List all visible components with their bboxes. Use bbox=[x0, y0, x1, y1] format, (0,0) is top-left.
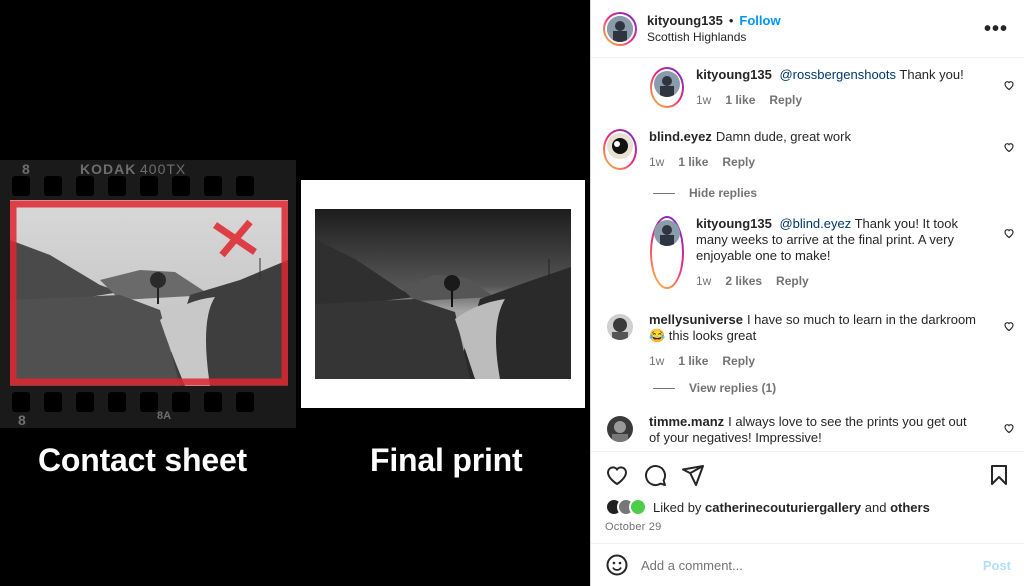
contact-sheet-frame bbox=[10, 200, 288, 386]
replies-divider-line bbox=[653, 192, 675, 194]
emoji-smiley-icon[interactable] bbox=[605, 553, 629, 577]
author-username[interactable]: kityoung135 bbox=[647, 13, 723, 28]
post-comment-button[interactable]: Post bbox=[983, 558, 1011, 573]
comment-time[interactable]: 1w bbox=[696, 92, 711, 108]
film-frame-number-top: 8 bbox=[22, 161, 31, 177]
comment-reply: kityoung135 @rossbergenshoots Thank you!… bbox=[650, 67, 1024, 108]
comment: timme.manz I always love to see the print… bbox=[607, 414, 1024, 446]
film-frame-label: 8A bbox=[157, 410, 172, 422]
comment-bubble-icon[interactable] bbox=[643, 463, 667, 487]
hide-replies-button[interactable]: Hide replies bbox=[653, 186, 757, 200]
post-actions: Liked by catherinecouturiergallery and o… bbox=[591, 451, 1024, 543]
comment-input[interactable]: Add a comment... bbox=[641, 558, 983, 573]
header-separator: • bbox=[728, 12, 734, 28]
like-heart-icon[interactable] bbox=[605, 463, 629, 487]
caption-final-print: Final print bbox=[370, 442, 523, 478]
comment-likes[interactable]: 1 like bbox=[725, 92, 755, 108]
instagram-post-view: 8 KODAK 400TX 8 8A Contact sheet Final p… bbox=[0, 0, 1024, 586]
author-avatar[interactable] bbox=[603, 11, 637, 46]
reply-button[interactable]: Reply bbox=[776, 273, 809, 289]
liked-by-user[interactable]: catherinecouturiergallery bbox=[705, 500, 861, 515]
comment-composer: Add a comment... Post bbox=[591, 543, 1024, 586]
comment-time[interactable]: 1w bbox=[649, 353, 664, 369]
post-location[interactable]: Scottish Highlands bbox=[647, 29, 781, 45]
more-options-icon[interactable]: ••• bbox=[984, 18, 1008, 41]
comment-username[interactable]: mellysuniverse bbox=[649, 312, 743, 327]
comment: blind.eyez Damn dude, great work 1w 1 lik… bbox=[603, 129, 1024, 170]
liked-by-row[interactable]: Liked by catherinecouturiergallery and o… bbox=[605, 498, 1011, 516]
comments-list[interactable]: kityoung135 @rossbergenshoots Thank you!… bbox=[591, 59, 1024, 451]
save-bookmark-icon[interactable] bbox=[987, 463, 1011, 487]
comment-time[interactable]: 1w bbox=[696, 273, 711, 289]
like-comment-heart-icon[interactable] bbox=[1003, 320, 1015, 332]
contact-sheet-negative: 8 KODAK 400TX 8 8A bbox=[0, 160, 296, 428]
comment-avatar[interactable] bbox=[607, 314, 633, 340]
like-comment-heart-icon[interactable] bbox=[1003, 422, 1015, 434]
comment-reply: kityoung135 @blind.eyez Thank you! It to… bbox=[650, 216, 1024, 289]
comment-avatar[interactable] bbox=[607, 416, 633, 442]
comment-time[interactable]: 1w bbox=[649, 154, 664, 170]
comment-mention[interactable]: @rossbergenshoots bbox=[779, 67, 896, 82]
reply-button[interactable]: Reply bbox=[722, 154, 755, 170]
view-replies-button[interactable]: View replies (1) bbox=[653, 381, 776, 395]
comment: mellysuniverse I have so much to learn in… bbox=[607, 312, 1024, 369]
sprocket-row-top bbox=[0, 176, 296, 198]
liked-by-and: and bbox=[864, 499, 887, 515]
post-header: kityoung135 • Follow Scottish Highlands ••… bbox=[591, 0, 1024, 58]
comment-avatar[interactable] bbox=[650, 216, 684, 289]
liker-avatar bbox=[629, 498, 647, 516]
like-comment-heart-icon[interactable] bbox=[1003, 141, 1015, 153]
reply-button[interactable]: Reply bbox=[769, 92, 802, 108]
liked-by-avatars bbox=[605, 498, 647, 516]
like-comment-heart-icon[interactable] bbox=[1003, 227, 1015, 239]
follow-button[interactable]: Follow bbox=[739, 13, 780, 28]
film-type: 400TX bbox=[140, 161, 187, 177]
final-print bbox=[301, 180, 585, 408]
final-print-photo bbox=[315, 209, 571, 379]
film-brand: KODAK bbox=[80, 161, 137, 177]
avatar-image bbox=[607, 15, 633, 42]
comment-avatar[interactable] bbox=[603, 129, 637, 170]
comment-username[interactable]: blind.eyez bbox=[649, 129, 712, 144]
comment-text: Thank you! bbox=[896, 67, 964, 82]
comment-likes[interactable]: 1 like bbox=[678, 353, 708, 369]
post-date[interactable]: October 29 bbox=[605, 521, 1011, 533]
view-replies-label: View replies (1) bbox=[689, 381, 777, 395]
share-paper-plane-icon[interactable] bbox=[681, 463, 705, 487]
sprocket-row-bottom bbox=[0, 392, 296, 414]
film-frame-number-bottom: 8 bbox=[18, 412, 26, 428]
liked-by-others[interactable]: others bbox=[890, 500, 930, 515]
caption-contact-sheet: Contact sheet bbox=[38, 442, 247, 478]
comment-username[interactable]: kityoung135 bbox=[696, 216, 772, 231]
post-sidebar: kityoung135 • Follow Scottish Highlands ••… bbox=[590, 0, 1024, 586]
comment-likes[interactable]: 2 likes bbox=[725, 273, 762, 289]
comment-mention[interactable]: @blind.eyez bbox=[779, 216, 851, 231]
comment-likes[interactable]: 1 like bbox=[678, 154, 708, 170]
hide-replies-label: Hide replies bbox=[689, 186, 758, 200]
comment-username[interactable]: kityoung135 bbox=[696, 67, 772, 82]
reply-button[interactable]: Reply bbox=[722, 353, 755, 369]
comment-username[interactable]: timme.manz bbox=[649, 414, 724, 429]
like-comment-heart-icon[interactable] bbox=[1003, 79, 1015, 91]
comment-text: Damn dude, great work bbox=[715, 129, 851, 144]
comment-avatar[interactable] bbox=[650, 67, 684, 108]
post-media[interactable]: 8 KODAK 400TX 8 8A Contact sheet Final p… bbox=[0, 0, 590, 586]
liked-by-prefix: Liked by bbox=[653, 499, 702, 515]
replies-divider-line bbox=[653, 387, 675, 389]
